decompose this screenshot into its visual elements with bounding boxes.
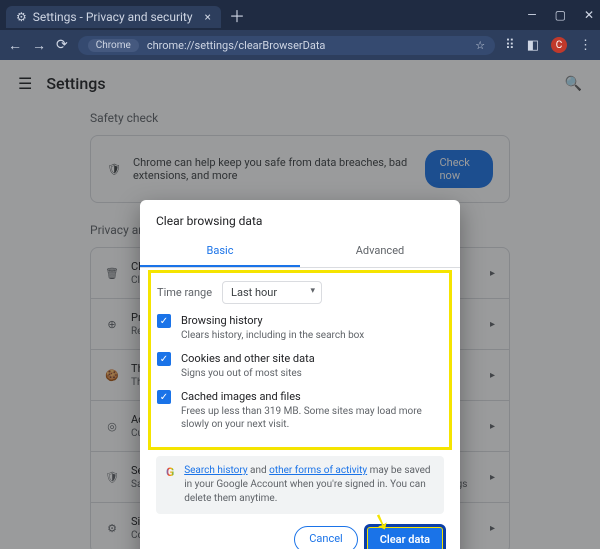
tab-title-text: Settings - Privacy and security xyxy=(33,10,193,24)
option-title: Cached images and files xyxy=(181,390,443,403)
settings-page: ☰ Settings 🔍 Safety check 🛡 Chrome can h… xyxy=(0,60,600,549)
extensions-icon[interactable]: ⠿ xyxy=(505,38,515,53)
browser-tab[interactable]: ⚙ Settings - Privacy and security × xyxy=(6,6,221,28)
option-subtitle: Frees up less than 319 MB. Some sites ma… xyxy=(181,405,443,431)
other-activity-link[interactable]: other forms of activity xyxy=(269,465,367,476)
options-highlight: Time range Last hour ✓ Browsing history Cl… xyxy=(148,270,452,450)
close-window-button[interactable]: ✕ xyxy=(584,8,594,22)
google-logo-icon: G xyxy=(166,464,174,506)
clear-option-row: ✓ Cached images and files Frees up less th… xyxy=(157,390,443,431)
checkbox[interactable]: ✓ xyxy=(157,314,171,328)
maximize-button[interactable]: ▢ xyxy=(555,8,566,22)
window-titlebar: ⚙ Settings - Privacy and security × ＋ — … xyxy=(0,0,600,30)
option-subtitle: Signs you out of most sites xyxy=(181,367,315,380)
clear-browsing-data-dialog: Clear browsing data Basic Advanced Time … xyxy=(140,200,460,549)
clear-option-row: ✓ Browsing history Clears history, includi… xyxy=(157,314,443,342)
reload-button[interactable]: ⟳ xyxy=(56,37,68,53)
option-title: Cookies and other site data xyxy=(181,352,315,365)
cancel-button[interactable]: Cancel xyxy=(294,526,357,549)
google-account-info: G Search history and other forms of acti… xyxy=(156,456,444,514)
bookmark-star-icon[interactable]: ☆ xyxy=(475,39,485,52)
clear-option-row: ✓ Cookies and other site data Signs you ou… xyxy=(157,352,443,380)
new-tab-button[interactable]: ＋ xyxy=(229,3,245,27)
omnibox-url: chrome://settings/clearBrowserData xyxy=(147,39,326,52)
option-title: Browsing history xyxy=(181,314,364,327)
gear-icon: ⚙ xyxy=(16,10,27,24)
dialog-title: Clear browsing data xyxy=(140,214,460,236)
forward-button[interactable]: → xyxy=(32,37,46,54)
tab-advanced[interactable]: Advanced xyxy=(300,236,460,267)
address-bar[interactable]: Chrome chrome://settings/clearBrowserDat… xyxy=(78,36,495,55)
tab-basic[interactable]: Basic xyxy=(140,236,300,267)
time-range-select[interactable]: Last hour xyxy=(222,281,322,304)
checkbox[interactable]: ✓ xyxy=(157,352,171,366)
browser-toolbar: ← → ⟳ Chrome chrome://settings/clearBrow… xyxy=(0,30,600,60)
minimize-button[interactable]: — xyxy=(527,8,536,22)
search-history-link[interactable]: Search history xyxy=(184,465,247,476)
omnibox-chip: Chrome xyxy=(88,39,139,52)
back-button[interactable]: ← xyxy=(8,37,22,54)
side-panel-icon[interactable]: ◧ xyxy=(527,38,539,53)
option-subtitle: Clears history, including in the search … xyxy=(181,329,364,342)
time-range-label: Time range xyxy=(157,286,212,299)
profile-avatar[interactable]: C xyxy=(551,37,567,53)
close-tab-icon[interactable]: × xyxy=(205,10,211,24)
time-range-value: Last hour xyxy=(231,286,277,299)
menu-icon[interactable]: ⋮ xyxy=(579,38,592,53)
checkbox[interactable]: ✓ xyxy=(157,390,171,404)
clear-data-button[interactable]: Clear data xyxy=(366,526,444,549)
